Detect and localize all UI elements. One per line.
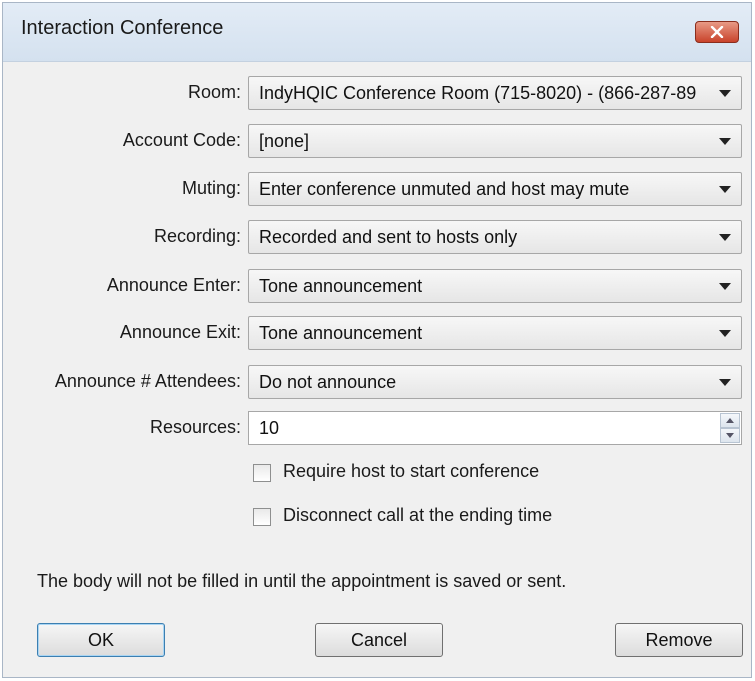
- muting-select[interactable]: Enter conference unmuted and host may mu…: [248, 172, 742, 206]
- stepper-down-icon[interactable]: [720, 428, 740, 443]
- close-button[interactable]: [695, 21, 739, 43]
- chevron-down-icon: [719, 283, 731, 290]
- chevron-down-icon: [719, 138, 731, 145]
- title-bar[interactable]: Interaction Conference: [3, 3, 751, 62]
- chevron-down-icon: [719, 234, 731, 241]
- announce-enter-select[interactable]: Tone announcement: [248, 269, 742, 303]
- chevron-down-icon: [719, 379, 731, 386]
- disconnect-call-checkbox[interactable]: [253, 508, 271, 526]
- muting-row: Muting: Enter conference unmuted and hos…: [3, 172, 753, 206]
- ok-button[interactable]: OK: [37, 623, 165, 657]
- remove-button[interactable]: Remove: [615, 623, 743, 657]
- announce-attendees-value: Do not announce: [259, 372, 397, 392]
- resources-row: Resources: 10: [3, 411, 753, 445]
- account-code-label: Account Code:: [122, 130, 241, 150]
- resources-stepper[interactable]: 10: [248, 411, 742, 445]
- announce-exit-label: Announce Exit:: [119, 322, 241, 342]
- recording-row: Recording: Recorded and sent to hosts on…: [3, 220, 753, 254]
- account-code-value: [none]: [259, 131, 310, 151]
- announce-enter-label: Announce Enter:: [106, 275, 241, 295]
- announce-attendees-select[interactable]: Do not announce: [248, 365, 742, 399]
- chevron-down-icon: [719, 90, 731, 97]
- account-code-row: Account Code: [none]: [3, 124, 753, 158]
- resources-value: 10: [259, 418, 280, 438]
- chevron-down-icon: [719, 330, 731, 337]
- announce-enter-row: Announce Enter: Tone announcement: [3, 269, 753, 303]
- recording-value: Recorded and sent to hosts only: [259, 227, 518, 247]
- announce-exit-row: Announce Exit: Tone announcement: [3, 316, 753, 350]
- resources-label: Resources:: [149, 417, 241, 437]
- announce-exit-value: Tone announcement: [259, 323, 423, 343]
- room-row: Room: IndyHQIC Conference Room (715-8020…: [3, 76, 753, 110]
- close-icon: [710, 26, 724, 38]
- conference-dialog: Interaction Conference Room: IndyHQIC Co…: [2, 2, 752, 678]
- account-code-select[interactable]: [none]: [248, 124, 742, 158]
- chevron-down-icon: [719, 186, 731, 193]
- announce-exit-select[interactable]: Tone announcement: [248, 316, 742, 350]
- muting-label: Muting:: [181, 178, 241, 198]
- recording-select[interactable]: Recorded and sent to hosts only: [248, 220, 742, 254]
- window-title: Interaction Conference: [21, 17, 224, 39]
- stepper-up-icon[interactable]: [720, 413, 740, 428]
- require-host-checkbox[interactable]: [253, 464, 271, 482]
- room-value: IndyHQIC Conference Room (715-8020) - (8…: [259, 83, 697, 103]
- announce-enter-value: Tone announcement: [259, 276, 423, 296]
- room-label: Room:: [187, 82, 241, 102]
- room-select[interactable]: IndyHQIC Conference Room (715-8020) - (8…: [248, 76, 742, 110]
- muting-value: Enter conference unmuted and host may mu…: [259, 179, 630, 199]
- announce-attendees-label: Announce # Attendees:: [54, 371, 241, 391]
- stepper-buttons: [720, 413, 740, 443]
- body-note: The body will not be filled in until the…: [37, 571, 567, 591]
- require-host-label: Require host to start conference: [283, 461, 540, 481]
- announce-attendees-row: Announce # Attendees: Do not announce: [3, 365, 753, 399]
- cancel-button[interactable]: Cancel: [315, 623, 443, 657]
- disconnect-call-label: Disconnect call at the ending time: [283, 505, 553, 525]
- recording-label: Recording:: [153, 226, 241, 246]
